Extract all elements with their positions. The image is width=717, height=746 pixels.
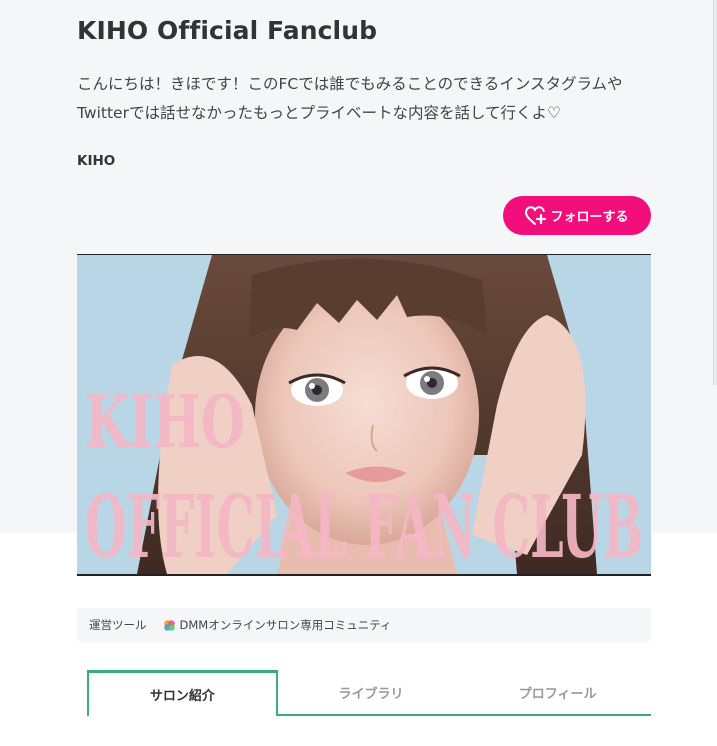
follow-button-label: フォローする [550,210,629,225]
dmm-logo-icon [163,619,176,632]
admin-tools-label: 運営ツール [89,618,147,632]
tab-library[interactable]: ライブラリ [278,670,465,714]
follow-button[interactable]: フォローする [503,196,651,235]
owner-name[interactable]: KIHO [77,153,115,169]
salon-description: こんにちは！きほです！このFCでは誰でもみることのできるインスタグラムやTwit… [77,75,623,122]
tab-salon-intro[interactable]: サロン紹介 [87,670,278,716]
scrollbar[interactable] [713,0,717,385]
admin-tools-bar: 運営ツール DMMオンラインサロン専用コミュニティ [77,608,651,642]
page-title: KIHO Official Fanclub [77,16,378,45]
heart-plus-icon [525,205,547,226]
salon-banner-image: KIHO OFFICIAL FAN CLUB [77,254,651,576]
salon-tabs: サロン紹介 ライブラリ プロフィール [87,670,651,716]
tab-profile[interactable]: プロフィール [464,670,651,714]
banner-title-line1: KIHO [85,379,245,464]
community-service-link[interactable]: DMMオンラインサロン専用コミュニティ [180,617,392,633]
banner-title-line2: OFFICIAL FAN CLUB [85,477,643,574]
